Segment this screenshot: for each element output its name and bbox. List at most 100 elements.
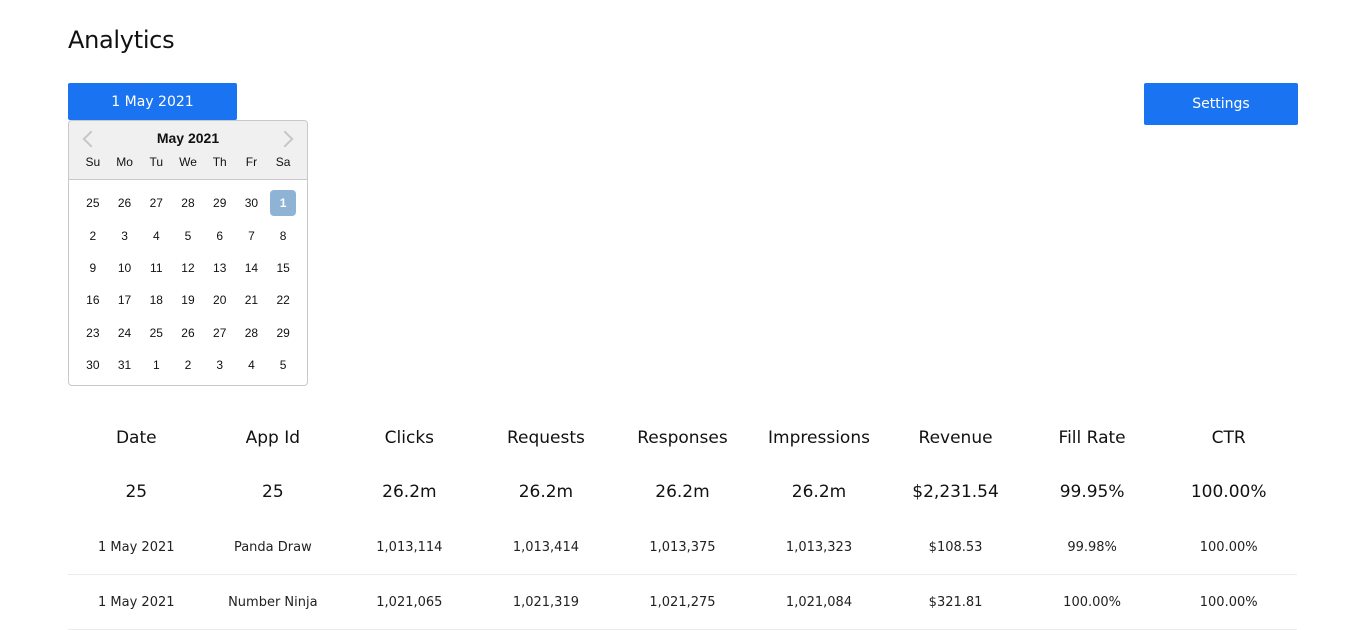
- totals-cell: 99.95%: [1059, 482, 1125, 502]
- weekday-label: Su: [85, 155, 101, 169]
- weekday-label: Th: [212, 155, 227, 169]
- calendar-day[interactable]: 7: [236, 219, 268, 251]
- calendar-day[interactable]: 14: [236, 252, 268, 284]
- calendar-day[interactable]: 28: [172, 187, 204, 219]
- calendar-day-label: 8: [279, 228, 287, 243]
- calendar-day[interactable]: 12: [172, 252, 204, 284]
- calendar-day-label: 30: [86, 358, 100, 373]
- calendar-day-label: 28: [244, 325, 259, 340]
- calendar-day[interactable]: 2: [77, 219, 109, 251]
- column-header: CTR: [1211, 428, 1246, 448]
- calendar-day[interactable]: 13: [204, 252, 236, 284]
- calendar-day-label: 29: [276, 325, 290, 340]
- calendar-day[interactable]: 25: [140, 317, 172, 349]
- calendar-day[interactable]: 19: [172, 284, 204, 316]
- calendar-day-label: 26: [181, 325, 195, 340]
- weekday-label: We: [179, 155, 197, 169]
- page-title: Analytics: [68, 26, 175, 54]
- table-row: 1 May 2021 Panda Draw 1,013,114 1,013,414 1,…: [68, 520, 1297, 575]
- date-picker-calendar: May 2021 Su Mo Tu We Th Fr Sa 25 26 27 28 29…: [68, 120, 308, 386]
- calendar-day-label: 17: [117, 293, 132, 308]
- calendar-day[interactable]: 3: [204, 349, 236, 381]
- table-cell: Number Ninja: [204, 574, 342, 630]
- calendar-day-label: 14: [244, 260, 259, 275]
- table-cell: 1,013,114: [341, 520, 478, 575]
- table-cell: Panda Draw: [204, 520, 342, 575]
- calendar-day-selected[interactable]: 1: [267, 187, 299, 219]
- calendar-day[interactable]: 16: [77, 284, 109, 316]
- calendar-day[interactable]: 29: [204, 187, 236, 219]
- calendar-day[interactable]: 20: [204, 284, 236, 316]
- calendar-day-label: 21: [244, 293, 259, 308]
- calendar-day[interactable]: 18: [140, 284, 172, 316]
- calendar-day[interactable]: 17: [109, 284, 141, 316]
- calendar-day[interactable]: 10: [109, 252, 141, 284]
- column-header: Revenue: [918, 428, 993, 448]
- calendar-day[interactable]: 5: [267, 349, 299, 381]
- calendar-day[interactable]: 9: [77, 252, 109, 284]
- calendar-day-label: 7: [248, 228, 255, 243]
- table-cell: 1,013,414: [477, 520, 615, 575]
- calendar-day[interactable]: 3: [109, 219, 141, 251]
- column-header: Impressions: [768, 428, 870, 448]
- calendar-day-label: 2: [89, 228, 97, 243]
- calendar-day-label: 3: [216, 358, 224, 373]
- table-cell: 100.00%: [1160, 574, 1297, 630]
- calendar-day[interactable]: 30: [77, 349, 109, 381]
- calendar-day[interactable]: 11: [140, 252, 172, 284]
- calendar-day[interactable]: 23: [77, 317, 109, 349]
- weekday-row: Su Mo Tu We Th Fr Sa: [77, 155, 299, 169]
- table-cell: 1 May 2021: [68, 520, 205, 575]
- calendar-day-label: 27: [213, 325, 227, 340]
- calendar-day-label: 28: [181, 196, 195, 211]
- calendar-day[interactable]: 2: [172, 349, 204, 381]
- calendar-day[interactable]: 15: [267, 252, 299, 284]
- calendar-day[interactable]: 4: [236, 349, 268, 381]
- totals-cell: 25: [262, 482, 284, 502]
- calendar-day-label: 6: [216, 228, 224, 243]
- calendar-day[interactable]: 31: [109, 349, 141, 381]
- calendar-day[interactable]: 27: [140, 187, 172, 219]
- calendar-day-label: 16: [86, 293, 100, 308]
- calendar-day-label: 1: [270, 190, 297, 217]
- weekday-label: Tu: [149, 155, 164, 169]
- table-cell: 1,013,323: [750, 520, 888, 575]
- calendar-day[interactable]: 27: [204, 317, 236, 349]
- calendar-day[interactable]: 22: [267, 284, 299, 316]
- calendar-day-label: 20: [213, 293, 227, 308]
- table-cell: 1,013,375: [614, 520, 751, 575]
- calendar-day-label: 12: [181, 260, 195, 275]
- table-cell: $108.53: [887, 520, 1024, 575]
- calendar-day-label: 15: [276, 260, 290, 275]
- column-header: Responses: [637, 428, 728, 448]
- calendar-day[interactable]: 8: [267, 219, 299, 251]
- calendar-day[interactable]: 5: [172, 219, 204, 251]
- totals-row: 25 25 26.2m 26.2m 26.2m 26.2m $2,231.54 99.95% 1…: [68, 464, 1297, 520]
- settings-button[interactable]: Settings: [1144, 83, 1298, 125]
- table-cell: 1,021,319: [477, 574, 615, 630]
- calendar-header: May 2021 Su Mo Tu We Th Fr Sa: [69, 121, 307, 180]
- calendar-month-label: May 2021: [156, 130, 220, 146]
- calendar-day-label: 5: [279, 358, 287, 373]
- calendar-day[interactable]: 4: [140, 219, 172, 251]
- column-header: App Id: [245, 428, 301, 448]
- calendar-day[interactable]: 28: [236, 317, 268, 349]
- calendar-day[interactable]: 6: [204, 219, 236, 251]
- table-header-row: Date App Id Clicks Requests Responses Impress…: [68, 412, 1297, 464]
- calendar-day[interactable]: 26: [109, 187, 141, 219]
- calendar-day-label: 23: [86, 325, 100, 340]
- table-cell: 1,021,065: [341, 574, 478, 630]
- calendar-day-label: 24: [117, 325, 132, 340]
- calendar-day-label: 27: [149, 196, 163, 211]
- calendar-day[interactable]: 21: [236, 284, 268, 316]
- calendar-day[interactable]: 1: [140, 349, 172, 381]
- table-cell: 100.00%: [1160, 520, 1297, 575]
- calendar-day[interactable]: 30: [236, 187, 268, 219]
- calendar-day[interactable]: 26: [172, 317, 204, 349]
- calendar-day[interactable]: 29: [267, 317, 299, 349]
- table-cell: 100.00%: [1023, 574, 1161, 630]
- calendar-day[interactable]: 25: [77, 187, 109, 219]
- calendar-day[interactable]: 24: [109, 317, 141, 349]
- date-picker-button[interactable]: 1 May 2021: [68, 83, 237, 120]
- totals-cell: 25: [125, 482, 148, 502]
